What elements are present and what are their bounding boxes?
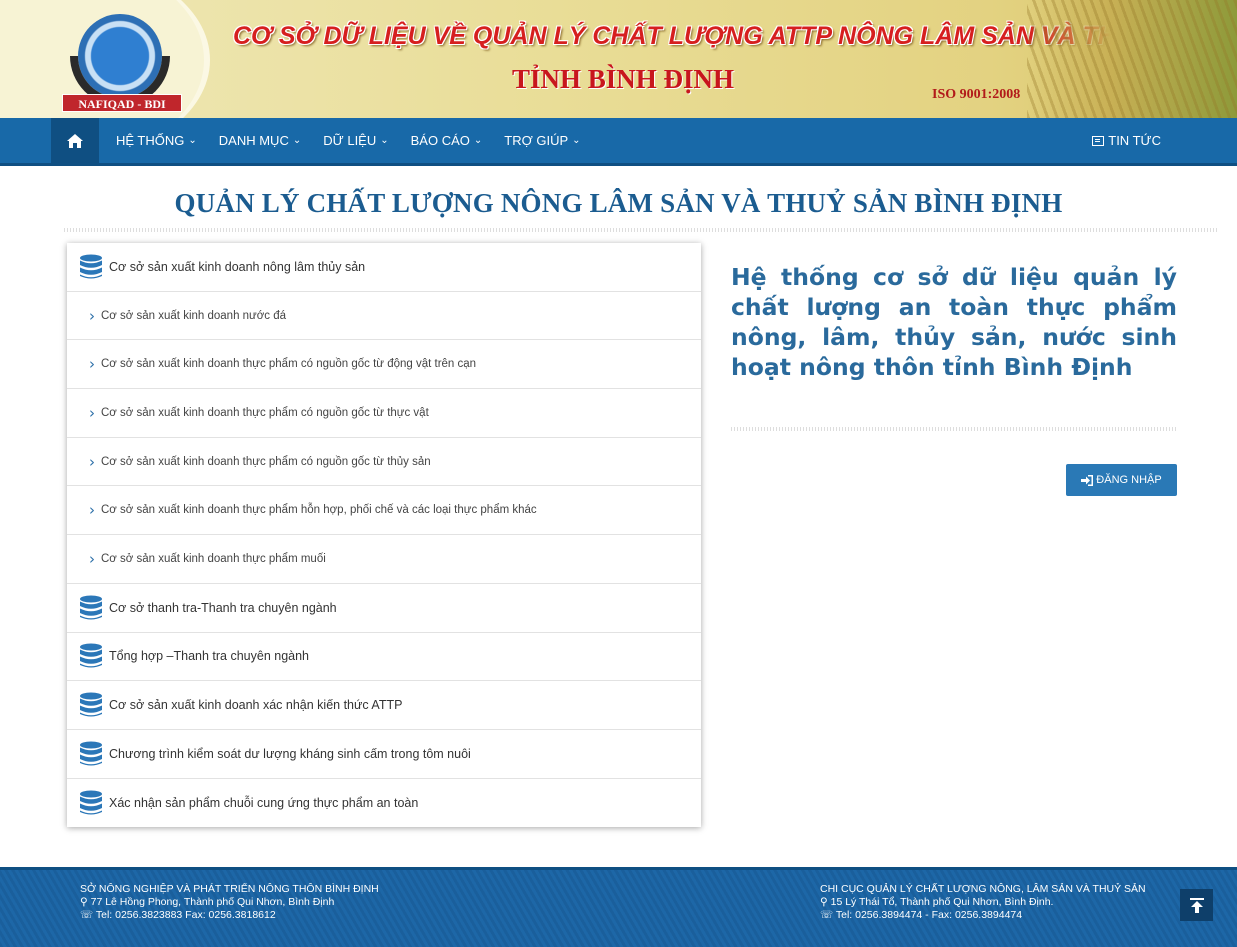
database-icon [80,595,102,620]
footer-left: SỞ NÔNG NGHIỆP VÀ PHÁT TRIỂN NÔNG THÔN B… [80,883,379,922]
chevron-down-icon: ⌄ [473,135,483,146]
home-icon [67,133,83,148]
list-item-label: Cơ sở sản xuất kinh doanh thực phẩm có n… [101,406,429,419]
list-item-label: Cơ sở thanh tra-Thanh tra chuyên ngành [109,600,337,615]
list-item-label: Xác nhận sản phẩm chuỗi cung ứng thực ph… [109,795,419,810]
footer-left-phone: Tel: 0256.3823883 Fax: 0256.3818612 [95,909,276,921]
header-banner: NAFIQAD - BDI CƠ SỞ DỮ LIỆU VỀ QUẢN LÝ C… [0,0,1237,118]
footer-right: CHI CỤC QUẢN LÝ CHẤT LƯỢNG NÔNG, LÂM SẢN… [820,883,1146,922]
list-item-label: Cơ sở sản xuất kinh doanh xác nhận kiến … [109,698,403,713]
nav-item-bao-cao[interactable]: BÁO CÁO ⌄ [411,118,483,163]
footer-right-address: 15 Lý Thái Tổ, Thành phố Qui Nhơn, Bình … [830,896,1054,908]
footer-left-org: SỞ NÔNG NGHIỆP VÀ PHÁT TRIỂN NÔNG THÔN B… [80,883,379,895]
list-item-subcategory[interactable]: › Cơ sở sản xuất kinh doanh thực phẩm muố… [67,535,701,584]
list-item-label: Cơ sở sản xuất kinh doanh nông lâm thủy … [109,259,366,274]
iso-label: ISO 9001:2008 [932,87,1021,102]
list-item-label: Cơ sở sản xuất kinh doanh nước đá [101,309,287,322]
list-item-category[interactable]: Xác nhận sản phẩm chuỗi cung ứng thực ph… [67,779,701,828]
login-button[interactable]: ĐĂNG NHẬP [1066,464,1177,496]
chevron-down-icon: ⌄ [572,135,581,146]
chevron-right-icon: › [89,549,95,568]
map-marker-icon: ⚲ [820,896,831,908]
arrow-up-icon [1189,897,1204,913]
logo-text: NAFIQAD - BDI [62,94,182,112]
database-icon [80,741,102,766]
description-divider [731,427,1177,431]
database-icon [80,692,102,717]
database-icon [80,643,102,668]
list-item-subcategory[interactable]: › Cơ sở sản xuất kinh doanh thực phẩm có … [67,389,701,438]
chevron-down-icon: ⌄ [188,135,197,146]
list-item-category[interactable]: Cơ sở thanh tra-Thanh tra chuyên ngành [67,584,701,633]
nav-item-tro-giup[interactable]: TRỢ GIÚP ⌄ [504,118,580,163]
sign-in-icon [1081,474,1094,486]
list-item-category[interactable]: Cơ sở sản xuất kinh doanh nông lâm thủy … [67,243,701,292]
main-nav: HỆ THỐNG ⌄ DANH MỤC ⌄ DỮ LIỆU ⌄ BÁO CÁO ⌄ TR… [0,118,1237,166]
footer-right-phone: Tel: 0256.3894474 - Fax: 0256.3894474 [835,909,1023,921]
nav-item-danh-muc[interactable]: DANH MỤC ⌄ [219,118,301,163]
list-item-category[interactable]: Tổng hợp –Thanh tra chuyên ngành [67,633,701,682]
category-list: Cơ sở sản xuất kinh doanh nông lâm thủy … [67,243,701,827]
page-title: QUẢN LÝ CHẤT LƯỢNG NÔNG LÂM SẢN VÀ THUỶ … [174,188,1063,218]
list-item-label: Chương trình kiểm soát dư lượng kháng si… [109,746,471,761]
list-item-label: Cơ sở sản xuất kinh doanh thực phẩm có n… [101,455,431,468]
list-item-label: Cơ sở sản xuất kinh doanh thực phẩm hỗn … [101,504,537,517]
scroll-to-top-button[interactable] [1180,889,1213,921]
nav-item-du-lieu[interactable]: DỮ LIỆU ⌄ [323,118,388,163]
list-item-label: Tổng hợp –Thanh tra chuyên ngành [109,649,310,664]
list-item-subcategory[interactable]: › Cơ sở sản xuất kinh doanh nước đá [67,292,701,341]
site-logo[interactable]: NAFIQAD - BDI [62,10,192,115]
footer: SỞ NÔNG NGHIỆP VÀ PHÁT TRIỂN NÔNG THÔN B… [0,867,1237,947]
database-icon [80,254,102,279]
list-item-category[interactable]: Chương trình kiểm soát dư lượng kháng si… [67,730,701,779]
chevron-right-icon: › [89,403,95,422]
chevron-down-icon: ⌄ [292,135,302,146]
list-item-subcategory[interactable]: › Cơ sở sản xuất kinh doanh thực phẩm hỗn… [67,486,701,536]
phone-icon: ☏ [820,909,836,921]
nav-news-link[interactable]: TIN TỨC [1092,118,1161,163]
chevron-right-icon: › [89,452,95,471]
database-icon [80,790,102,815]
footer-left-address: 77 Lê Hồng Phong, Thành phố Qui Nhơn, Bì… [90,896,335,908]
phone-icon: ☏ [80,909,96,921]
nav-menu: HỆ THỐNG ⌄ DANH MỤC ⌄ DỮ LIỆU ⌄ BÁO CÁO ⌄ TR… [116,118,603,163]
chevron-right-icon: › [89,355,95,374]
list-item-subcategory[interactable]: › Cơ sở sản xuất kinh doanh thực phẩm có … [67,438,701,487]
list-item-label: Cơ sở sản xuất kinh doanh thực phẩm có n… [101,358,477,371]
list-item-label: Cơ sở sản xuất kinh doanh thực phẩm muối [101,552,326,565]
system-description: Hệ thống cơ sở dữ liệu quản lý chất lượn… [731,263,1177,381]
chevron-right-icon: › [89,306,95,325]
nav-home[interactable] [51,118,99,163]
chevron-down-icon: ⌄ [380,135,389,146]
list-item-subcategory[interactable]: › Cơ sở sản xuất kinh doanh thực phẩm có … [67,340,701,390]
rice-image [1027,0,1237,118]
chevron-right-icon: › [89,501,95,520]
map-marker-icon: ⚲ [80,896,91,908]
footer-right-org: CHI CỤC QUẢN LÝ CHẤT LƯỢNG NÔNG, LÂM SẢN… [820,883,1146,895]
newspaper-icon [1092,135,1105,146]
title-divider [64,228,1219,232]
banner-subtitle: TỈNH BÌNH ĐỊNH [512,64,735,94]
nav-item-he-thong[interactable]: HỆ THỐNG ⌄ [116,118,197,163]
list-item-category[interactable]: Cơ sở sản xuất kinh doanh xác nhận kiến … [67,681,701,730]
